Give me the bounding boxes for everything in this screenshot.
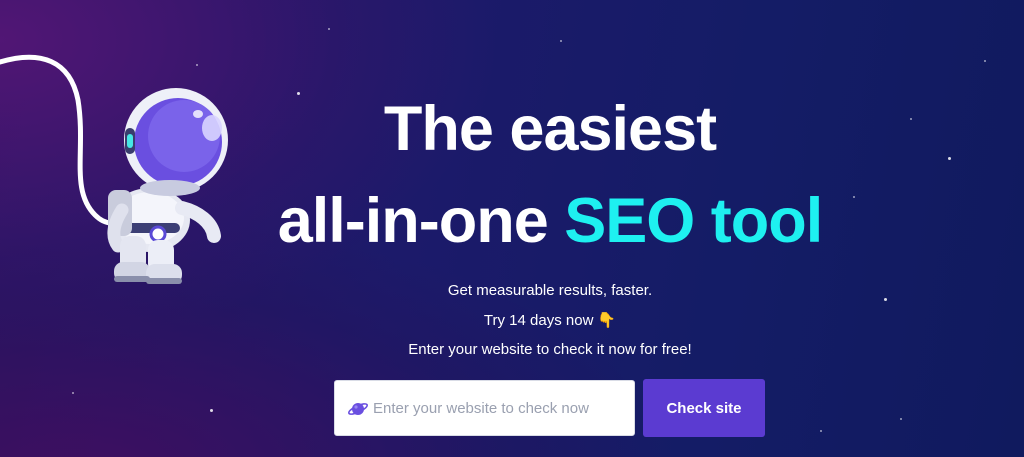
star — [984, 60, 986, 62]
star — [72, 392, 74, 394]
subtitle-instruction: Enter your website to check it now for f… — [408, 341, 692, 358]
star — [560, 40, 562, 42]
astronaut-illustration — [0, 54, 228, 284]
star — [820, 430, 822, 432]
star — [328, 28, 330, 30]
headline-accent: SEO tool — [564, 186, 823, 256]
star — [900, 418, 902, 420]
planet-icon — [348, 403, 368, 415]
subtitle-trial-text: Try 14 days now — [483, 312, 594, 329]
check-site-button[interactable]: Check site — [643, 379, 765, 437]
star — [210, 409, 213, 412]
pointing-down-hand-icon: 👇 — [597, 312, 617, 329]
subtitle-results: Get measurable results, faster. — [447, 282, 653, 299]
website-search-box[interactable] — [334, 380, 635, 436]
star — [297, 92, 300, 95]
headline-line-2-prefix: all-in-one — [277, 186, 565, 256]
subtitle-trial: Try 14 days now 👇 — [38, 312, 1024, 330]
website-url-input[interactable] — [373, 381, 628, 435]
headline-line-2: all-in-one SEO tool — [38, 190, 1024, 253]
hero-section: The easiest all-in-one SEO tool Get meas… — [0, 0, 1024, 457]
headline-line-1: The easiest — [383, 94, 717, 164]
